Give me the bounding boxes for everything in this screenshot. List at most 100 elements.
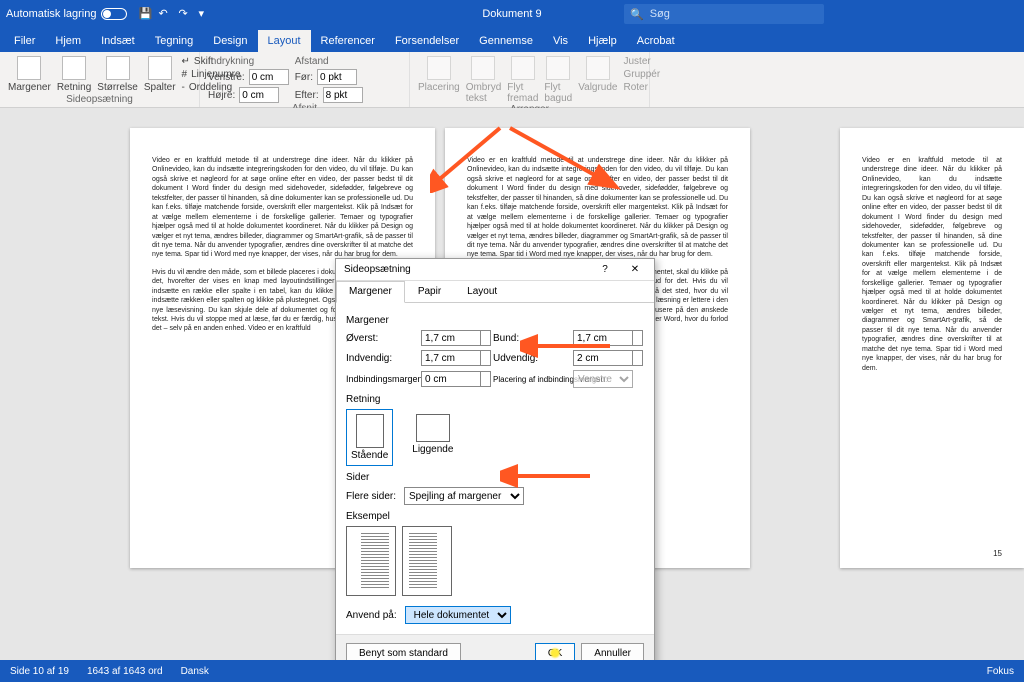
document-area[interactable]: Video er en kraftfuld metode til at unde… [0,108,1024,660]
margin-bottom-input[interactable] [573,330,633,346]
dialog-tab-layout[interactable]: Layout [454,281,510,302]
autosave-toggle[interactable]: Automatisk lagring [6,8,127,20]
selection-pane-icon [586,56,610,80]
valgrude-button[interactable]: Valgrude [578,56,617,93]
size-icon [106,56,130,80]
tab-referencer[interactable]: Referencer [311,30,385,52]
tab-acrobat[interactable]: Acrobat [627,30,685,52]
spinner-icon[interactable] [481,371,491,387]
document-title: Dokument 9 [482,8,541,20]
page-text: Video er en kraftfuld metode til at unde… [152,156,413,260]
multiple-pages-select[interactable]: Spejling af margener [404,487,524,505]
autosave-switch-icon[interactable] [101,8,127,20]
tab-hjem[interactable]: Hjem [45,30,91,52]
dialog-close-button[interactable]: ✕ [620,264,650,275]
tab-design[interactable]: Design [203,30,257,52]
set-default-button[interactable]: Benyt som standard [346,643,461,660]
roter-button: Roter [624,82,661,93]
juster-button[interactable]: Juster [624,56,661,67]
preview-pane [346,526,644,596]
title-bar: Automatisk lagring 💾 ↶ ↷ ▾ Dokument 9 🔍 … [0,0,1024,28]
dialog-tab-margener[interactable]: Margener [336,281,405,303]
page-text: Video er en kraftfuld metode til at unde… [862,156,1002,373]
ribbon: Margener Retning Størrelse Spalter ↵Skif… [0,52,1024,108]
retning-button[interactable]: Retning [57,56,91,93]
dialog-title-text: Sideopsætning [344,264,411,275]
page-setup-dialog: Sideopsætning ? ✕ Margener Papir Layout … [335,258,655,660]
search-box[interactable]: 🔍 Søg [624,4,824,24]
apply-to-select[interactable]: Hele dokumentet [405,606,511,624]
portrait-icon [356,414,384,448]
tab-filer[interactable]: Filer [4,30,45,52]
preview-page-left [346,526,396,596]
ribbon-tabs: Filer Hjem Indsæt Tegning Design Layout … [0,28,1024,52]
dialog-help-button[interactable]: ? [590,264,620,275]
status-focus[interactable]: Fokus [987,666,1014,677]
tab-gennemse[interactable]: Gennemse [469,30,543,52]
space-after-input[interactable] [323,87,363,103]
ombryd-button: Ombryd tekst [466,56,502,104]
gutter-position-select: Venstre [573,370,633,388]
ok-button[interactable]: OK [535,643,575,660]
space-before-input[interactable] [317,69,357,85]
margin-top-input[interactable] [421,330,481,346]
tab-indsaet[interactable]: Indsæt [91,30,145,52]
orientation-icon [62,56,86,80]
tab-hjaelp[interactable]: Hjælp [578,30,627,52]
gutter-input[interactable] [421,371,481,387]
sider-section-label: Sider [346,472,644,483]
tab-tegning[interactable]: Tegning [145,30,204,52]
status-language[interactable]: Dansk [181,666,209,677]
search-placeholder: Søg [650,8,670,20]
indent-right-input[interactable] [239,87,279,103]
indent-left-input[interactable] [249,69,289,85]
ribbon-group-afsnit: Indrykning Venstre: Højre: Afstand Før: … [200,52,410,107]
dialog-tabs: Margener Papir Layout [336,281,654,303]
margin-inside-input[interactable] [421,350,481,366]
flyt-bagud-button: Flyt bagud [544,56,572,104]
margener-button[interactable]: Margener [8,56,51,93]
margins-icon [17,56,41,80]
spalter-button[interactable]: Spalter [144,56,176,93]
status-words[interactable]: 1643 af 1643 ord [87,666,163,677]
storrelse-button[interactable]: Størrelse [97,56,138,93]
dialog-tab-papir[interactable]: Papir [405,281,454,302]
spinner-icon[interactable] [481,350,491,366]
undo-icon[interactable]: ↶ [159,7,173,21]
tab-layout[interactable]: Layout [258,30,311,52]
autosave-label: Automatisk lagring [6,8,97,20]
spinner-icon[interactable] [633,350,643,366]
preview-page-right [402,526,452,596]
spinner-icon[interactable] [633,330,643,346]
placering-button: Placering [418,56,460,93]
qat-dropdown-icon[interactable]: ▾ [199,7,213,21]
status-bar: Side 10 af 19 1643 af 1643 ord Dansk Fok… [0,660,1024,682]
tab-forsendelser[interactable]: Forsendelser [385,30,469,52]
quick-access-toolbar: 💾 ↶ ↷ ▾ [139,7,213,21]
page-text: Video er en kraftfuld metode til at unde… [467,156,728,260]
landscape-icon [416,414,450,442]
ribbon-group-sideopsatning: Margener Retning Størrelse Spalter ↵Skif… [0,52,200,107]
flyt-fremad-button: Flyt fremad [507,56,538,104]
send-backward-icon [546,56,570,80]
landscape-button[interactable]: Liggende [407,409,458,466]
position-icon [427,56,451,80]
retning-section-label: Retning [346,394,644,405]
tab-vis[interactable]: Vis [543,30,578,52]
cursor-highlight-icon [549,647,561,659]
bring-forward-icon [511,56,535,80]
wrap-icon [471,56,495,80]
page-number: 15 [993,549,1002,560]
portrait-button[interactable]: Stående [346,409,393,466]
status-page[interactable]: Side 10 af 19 [10,666,69,677]
save-icon[interactable]: 💾 [139,7,153,21]
page-15: Video er en kraftfuld metode til at unde… [840,128,1024,568]
grupper-button: Gruppér [624,69,661,80]
cancel-button[interactable]: Annuller [581,643,644,660]
spinner-icon[interactable] [481,330,491,346]
eksempel-section-label: Eksempel [346,511,644,522]
margin-outside-input[interactable] [573,350,633,366]
columns-icon [148,56,172,80]
ribbon-group-arranger: Placering Ombryd tekst Flyt fremad Flyt … [410,52,650,107]
redo-icon[interactable]: ↷ [179,7,193,21]
